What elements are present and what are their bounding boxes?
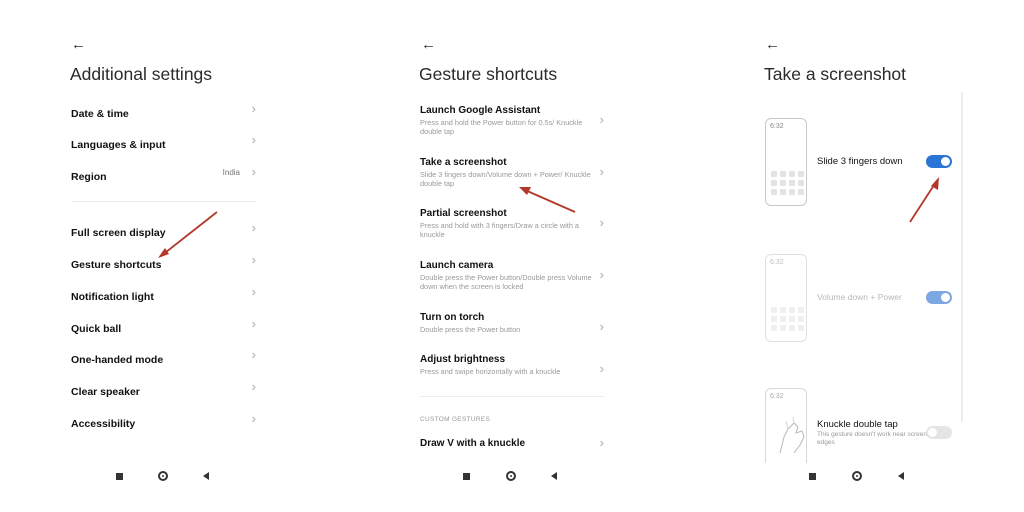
gesture-item-label: Turn on torch	[420, 312, 485, 323]
knuckle-double-tap-toggle[interactable]	[926, 426, 952, 439]
chevron-right-icon: ›	[251, 411, 256, 426]
back-nav-icon[interactable]	[551, 472, 557, 480]
phone-illustration: 6:32	[765, 254, 807, 342]
gesture-item-desc: Double press the Power button	[420, 325, 521, 334]
home-icon[interactable]	[158, 471, 168, 481]
additional-settings-screen: ← Additional settings Date & time › Lang…	[55, 0, 270, 512]
settings-item-label: Quick ball	[71, 323, 122, 335]
toggle-knob	[928, 428, 937, 437]
take-screenshot-screen: ← Take a screenshot 6:32 Slide 3 fingers…	[752, 0, 967, 512]
gesture-item-label: Adjust brightness	[420, 354, 506, 365]
gesture-item-draw-v[interactable]: Draw V with a knuckle ›	[420, 435, 604, 450]
settings-item-clear-speaker[interactable]: Clear speaker ›	[71, 379, 256, 400]
gesture-item-label: Launch camera	[420, 260, 494, 271]
gesture-item-desc: Press and swipe horizontally with a knuc…	[420, 367, 561, 376]
back-nav-icon[interactable]	[203, 472, 209, 480]
chevron-right-icon: ›	[599, 267, 604, 282]
system-nav-bar	[405, 462, 620, 492]
chevron-right-icon: ›	[251, 316, 256, 331]
phone-time: 6:32	[770, 259, 784, 266]
gesture-item-label: Draw V with a knuckle	[420, 438, 526, 449]
back-nav-icon[interactable]	[898, 472, 904, 480]
volume-down-power-toggle[interactable]	[926, 291, 952, 304]
settings-item-label: One-handed mode	[71, 354, 164, 366]
settings-item-accessibility[interactable]: Accessibility ›	[71, 411, 256, 432]
gesture-item-launch-camera[interactable]: Launch camera Double press the Power but…	[420, 260, 604, 291]
phone-illustration: 6:32	[765, 388, 807, 463]
divider	[420, 396, 604, 397]
annotation-arrow	[158, 211, 218, 258]
system-nav-bar	[752, 462, 967, 492]
home-icon[interactable]	[506, 471, 516, 481]
chevron-right-icon: ›	[599, 361, 604, 376]
recents-icon[interactable]	[116, 473, 123, 480]
settings-item-label: Accessibility	[71, 418, 136, 430]
recents-icon[interactable]	[463, 473, 470, 480]
gesture-item-desc: Double press the Power button/Double pre…	[420, 273, 592, 291]
knuckle-hand-icon	[779, 416, 805, 454]
annotation-arrow	[519, 187, 576, 213]
option-label: Volume down + Power	[817, 292, 902, 302]
section-header-custom-gestures: CUSTOM GESTURES	[420, 416, 491, 423]
toggle-knob	[941, 293, 950, 302]
app-grid	[771, 307, 804, 331]
settings-item-one-handed-mode[interactable]: One-handed mode ›	[71, 347, 256, 368]
annotation-arrow	[909, 177, 939, 223]
system-nav-bar	[55, 462, 270, 492]
chevron-right-icon: ›	[599, 319, 604, 334]
phone-time: 6:32	[770, 393, 784, 400]
settings-item-quick-ball[interactable]: Quick ball ›	[71, 316, 256, 337]
chevron-right-icon: ›	[251, 379, 256, 394]
chevron-right-icon: ›	[251, 347, 256, 362]
gesture-item-turn-on-torch[interactable]: Turn on torch Double press the Power but…	[420, 312, 604, 334]
gesture-shortcuts-screen: ← Gesture shortcuts Launch Google Assist…	[405, 0, 620, 512]
option-label: Knuckle double tap	[817, 419, 898, 430]
chevron-right-icon: ›	[599, 435, 604, 450]
recents-icon[interactable]	[809, 473, 816, 480]
gesture-item-adjust-brightness[interactable]: Adjust brightness Press and swipe horizo…	[420, 354, 604, 376]
home-icon[interactable]	[852, 471, 862, 481]
settings-item-label: Clear speaker	[71, 386, 140, 398]
option-desc: This gesture doesn't work near screen ed…	[817, 431, 927, 446]
